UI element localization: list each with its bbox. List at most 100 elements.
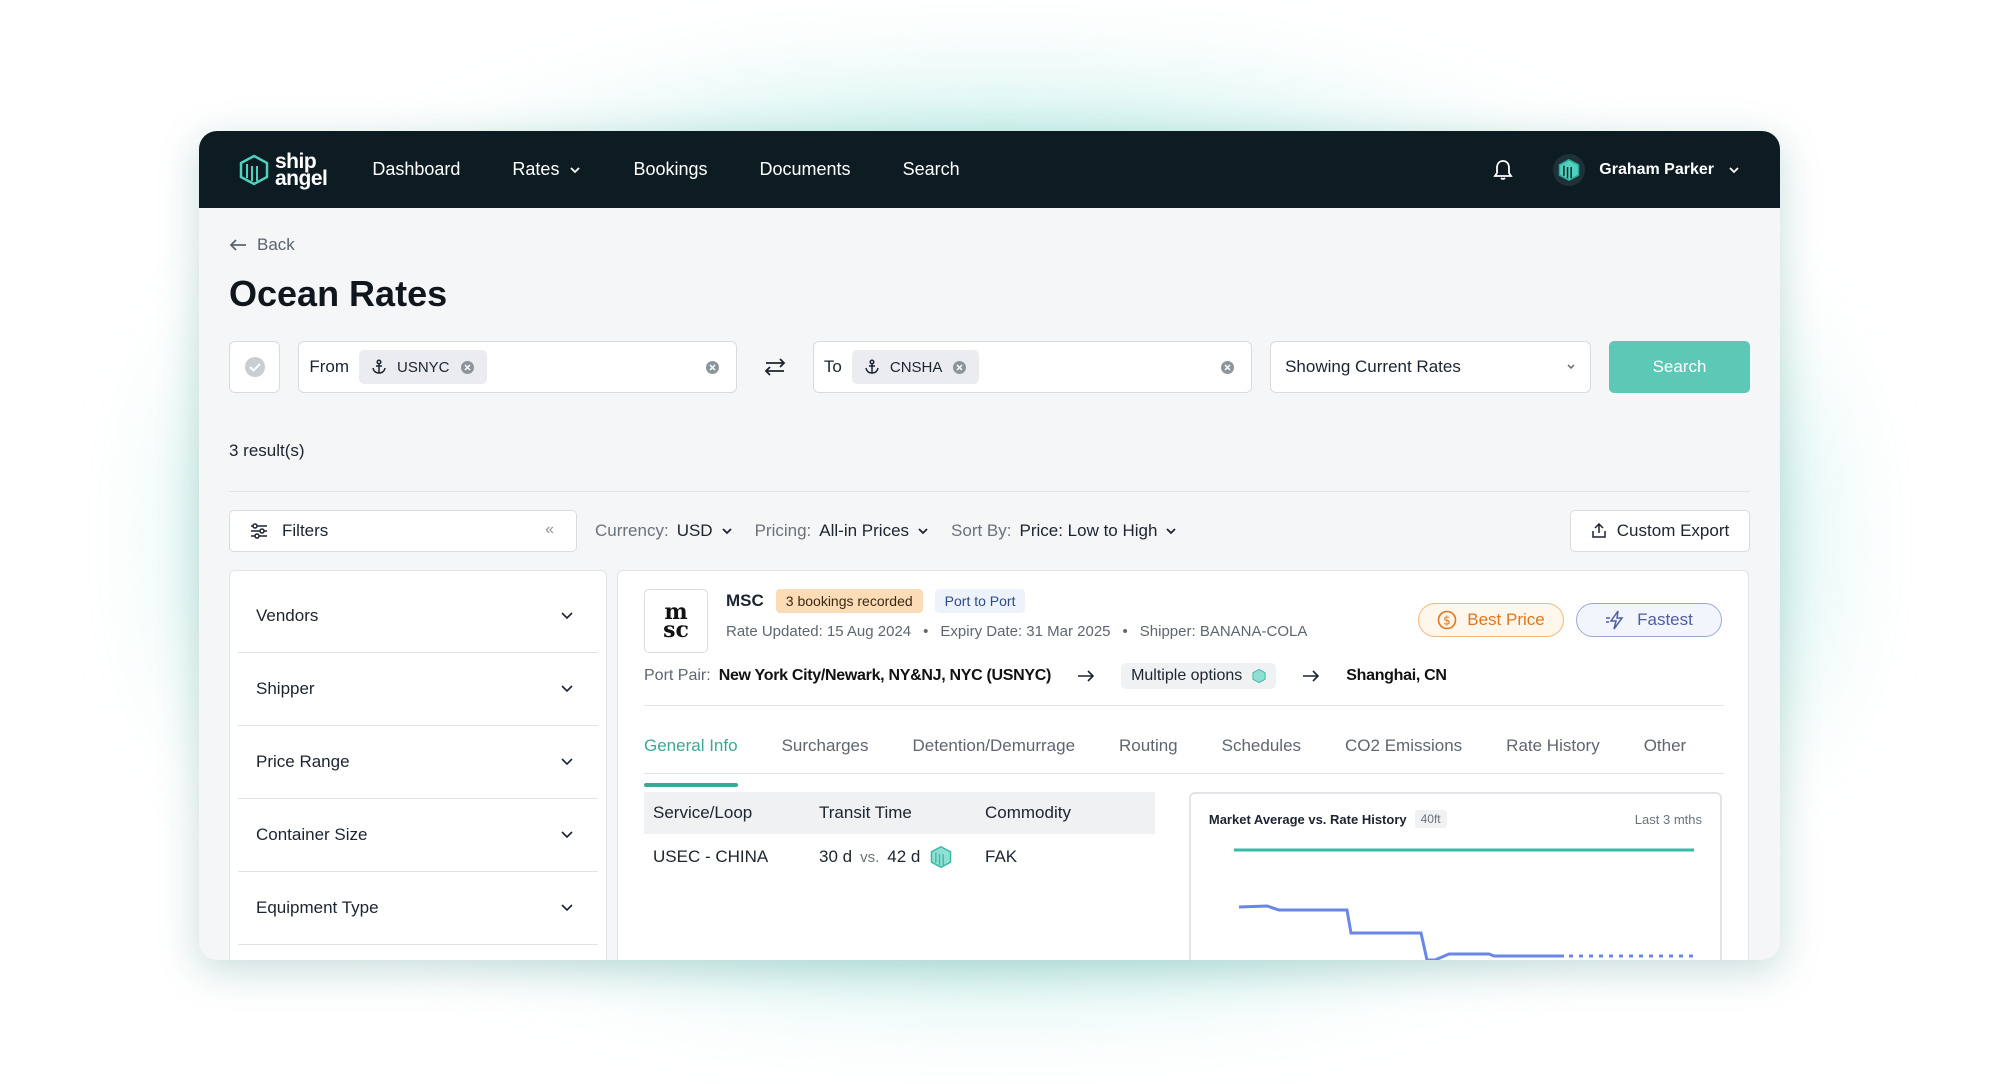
via-options[interactable]: Multiple options	[1121, 663, 1277, 689]
filters-header[interactable]: Filters «	[229, 510, 577, 552]
clear-from-icon[interactable]	[705, 360, 720, 375]
chevron-down-icon	[1166, 528, 1177, 535]
chart-title: Market Average vs. Rate History	[1208, 811, 1407, 827]
destination-port: Shanghai, CN	[1346, 667, 1447, 684]
chevron-down-icon	[721, 528, 732, 535]
results-count: 3 result(s)	[229, 441, 305, 460]
custom-export-button[interactable]: Custom Export	[1570, 510, 1750, 552]
from-label: From	[309, 357, 349, 376]
app-logo[interactable]: ship angel	[239, 151, 328, 190]
notifications-button[interactable]	[1493, 159, 1513, 181]
arrow-left-icon	[229, 239, 246, 251]
origin-port: New York City/Newark, NY&NJ, NYC (USNYC)	[718, 667, 1052, 684]
transit-time: 30 d vs. 42 d	[819, 845, 985, 869]
avatar-cube-icon	[1558, 158, 1580, 181]
card-tabs: General Info Surcharges Detention/Demurr…	[644, 736, 1724, 787]
filters-sidebar: Vendors Shipper Price Range Container Si…	[229, 570, 607, 960]
tab-rate-history[interactable]: Rate History	[1506, 736, 1600, 773]
nav-rates[interactable]: Rates	[512, 159, 581, 180]
chart-container-tag: 40ft	[1414, 810, 1447, 828]
logo-cube-icon	[239, 154, 269, 185]
chevron-down-icon	[561, 758, 573, 766]
nav-documents[interactable]: Documents	[760, 159, 851, 180]
rates-mode-select[interactable]: Showing Current Rates	[1270, 341, 1591, 393]
tab-other[interactable]: Other	[1644, 736, 1687, 773]
export-icon	[1592, 523, 1606, 538]
swap-ports-button[interactable]	[755, 357, 794, 377]
to-label: To	[823, 357, 842, 376]
clear-to-icon[interactable]	[1220, 360, 1235, 375]
table-row: USEC - CHINA 30 d vs. 42 d FAK	[644, 834, 1155, 880]
divider	[229, 491, 1750, 492]
tab-general-info[interactable]: General Info	[644, 736, 738, 787]
pricing-dropdown[interactable]: Pricing: All-in Prices	[755, 521, 929, 541]
main-area: Vendors Shipper Price Range Container Si…	[229, 570, 1750, 960]
chevron-down-icon	[561, 831, 573, 839]
best-price-tag: $ Best Price	[1418, 603, 1564, 637]
rate-history-chart: Market Average vs. Rate History 40ft Las…	[1188, 792, 1722, 960]
results-toolbar: Filters « Currency: USD Pricing: All-in …	[229, 510, 1750, 552]
tab-routing[interactable]: Routing	[1119, 736, 1178, 773]
logo-text-line2: angel	[275, 166, 328, 190]
chart-plot	[1233, 848, 1694, 960]
anchor-icon	[372, 359, 386, 374]
divider	[644, 705, 1724, 706]
chevron-down-icon	[561, 611, 573, 619]
chevron-down-icon	[1567, 364, 1575, 370]
from-port-code: USNYC	[396, 358, 450, 376]
rate-tags: $ Best Price Fastest	[1418, 603, 1722, 637]
fastest-tag: Fastest	[1576, 603, 1722, 637]
chart-period: Last 3 mths	[1634, 812, 1702, 827]
from-port-field[interactable]: From USNYC	[298, 341, 738, 393]
back-link[interactable]: Back	[229, 235, 1750, 255]
select-checkbox[interactable]	[229, 341, 281, 393]
to-port-chip[interactable]: CNSHA	[851, 350, 980, 384]
swap-arrows-icon	[764, 358, 786, 376]
filter-price-range[interactable]: Price Range	[238, 726, 598, 799]
vendor-logo: m sc	[644, 589, 708, 653]
svg-text:$: $	[1443, 614, 1451, 628]
cube-icon	[931, 845, 952, 869]
nav-search[interactable]: Search	[903, 159, 960, 180]
tab-surcharges[interactable]: Surcharges	[782, 736, 869, 773]
nav-dashboard[interactable]: Dashboard	[372, 159, 460, 180]
cube-icon	[1252, 668, 1266, 684]
to-port-code: CNSHA	[889, 358, 943, 376]
bell-icon	[1493, 159, 1513, 180]
table-header: Service/Loop Transit Time Commodity	[644, 792, 1155, 834]
collapse-filters-icon[interactable]: «	[545, 521, 554, 539]
lightning-icon	[1606, 610, 1624, 630]
filter-equipment-type[interactable]: Equipment Type	[238, 872, 598, 945]
filter-shipper[interactable]: Shipper	[238, 653, 598, 726]
port-pair: Port Pair: New York City/Newark, NY&NJ, …	[644, 663, 1722, 689]
from-port-chip[interactable]: USNYC	[358, 350, 487, 384]
chip-remove-icon[interactable]	[460, 360, 475, 375]
to-port-field[interactable]: To CNSHA	[812, 341, 1253, 393]
tab-co2-emissions[interactable]: CO2 Emissions	[1345, 736, 1462, 773]
chevron-down-icon	[561, 904, 573, 912]
check-circle-icon	[244, 357, 265, 377]
chip-remove-icon[interactable]	[952, 360, 967, 375]
top-navigation: ship angel Dashboard Rates Bookings Docu…	[199, 131, 1780, 208]
expiry-date: Expiry Date: 31 Mar 2025	[940, 623, 1111, 640]
tab-schedules[interactable]: Schedules	[1222, 736, 1301, 773]
currency-dropdown[interactable]: Currency: USD	[595, 521, 733, 541]
chevron-down-icon	[570, 166, 581, 173]
tab-detention-demurrage[interactable]: Detention/Demurrage	[913, 736, 1076, 773]
search-button[interactable]: Search	[1609, 341, 1751, 393]
user-menu[interactable]: Graham Parker	[1553, 153, 1740, 186]
rate-history-line	[1238, 904, 1564, 960]
chevron-down-icon	[918, 528, 928, 535]
sort-dropdown[interactable]: Sort By: Price: Low to High	[951, 521, 1177, 541]
filter-container-size[interactable]: Container Size	[238, 799, 598, 872]
dollar-coin-icon: $	[1437, 610, 1457, 630]
page-content: Back Ocean Rates From USNYC To CNSHA Sho…	[199, 235, 1780, 960]
nav-bookings[interactable]: Bookings	[633, 159, 707, 180]
anchor-icon	[865, 359, 879, 374]
general-info-panel: Service/Loop Transit Time Commodity USEC…	[644, 792, 1722, 960]
filter-vendors[interactable]: Vendors	[238, 571, 598, 653]
vendor-name: MSC	[726, 591, 764, 610]
shipper-info: Shipper: BANANA-COLA	[1139, 623, 1308, 640]
rate-result-card[interactable]: m sc MSC 3 bookings recorded Port to Por…	[617, 570, 1749, 960]
commodity: FAK	[985, 847, 1018, 866]
